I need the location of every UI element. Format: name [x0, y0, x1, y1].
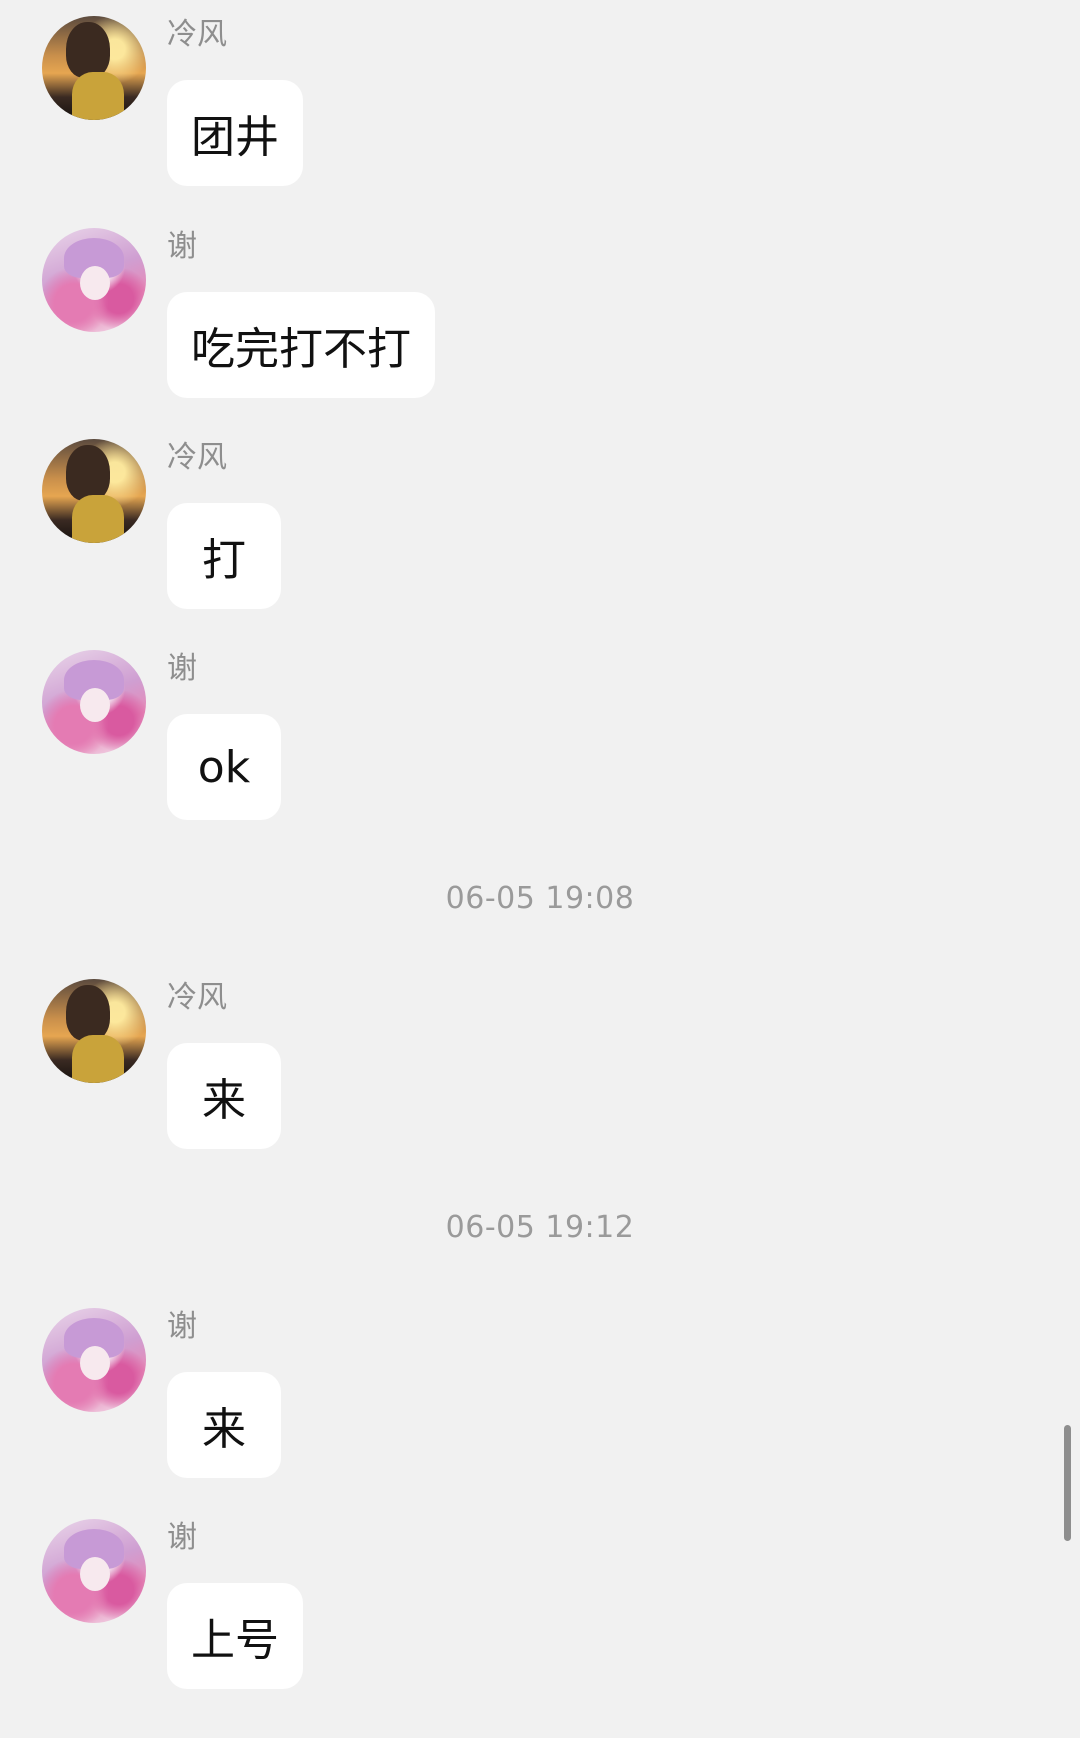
sender-name: 谢 — [167, 1309, 197, 1344]
lengfeng-avatar[interactable] — [42, 16, 146, 120]
timestamp-divider: 06-05 19:12 — [445, 1210, 635, 1245]
xie-avatar[interactable] — [42, 1308, 146, 1412]
lengfeng-avatar[interactable] — [42, 439, 146, 543]
message-bubble[interactable]: ok — [167, 714, 281, 820]
lengfeng-avatar[interactable] — [42, 979, 146, 1083]
scrollbar[interactable] — [1064, 1425, 1071, 1541]
message-bubble[interactable]: 打 — [167, 503, 281, 609]
sender-name: 谢 — [167, 651, 197, 686]
timestamp-divider: 06-05 19:08 — [445, 881, 635, 916]
sender-name: 谢 — [167, 229, 197, 264]
sender-name: 冷风 — [167, 17, 227, 52]
sender-name: 谢 — [167, 1520, 197, 1555]
sender-name: 冷风 — [167, 980, 227, 1015]
message-bubble[interactable]: 吃完打不打 — [167, 292, 435, 398]
message-bubble[interactable]: 来 — [167, 1372, 281, 1478]
xie-avatar[interactable] — [42, 1519, 146, 1623]
chat-message-list[interactable]: 冷风 团井 谢 吃完打不打 冷风 打 谢 ok 06-05 19:08 冷风 来… — [0, 0, 1080, 1738]
xie-avatar[interactable] — [42, 650, 146, 754]
message-bubble[interactable]: 上号 — [167, 1583, 303, 1689]
xie-avatar[interactable] — [42, 228, 146, 332]
message-bubble[interactable]: 团井 — [167, 80, 303, 186]
sender-name: 冷风 — [167, 440, 227, 475]
message-bubble[interactable]: 来 — [167, 1043, 281, 1149]
